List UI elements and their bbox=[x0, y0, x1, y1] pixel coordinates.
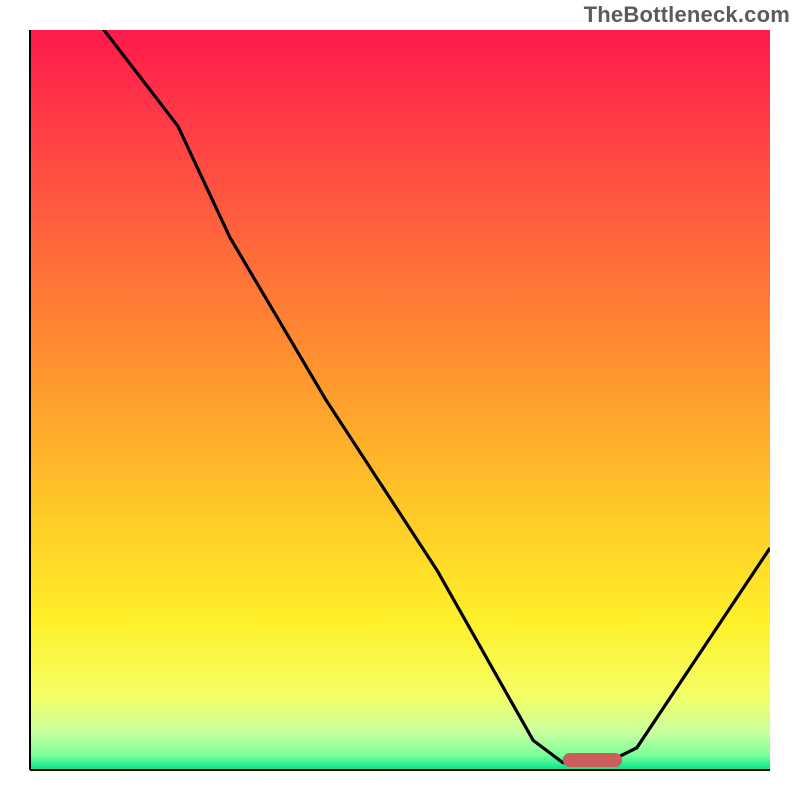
chart-container: TheBottleneck.com bbox=[0, 0, 800, 800]
plot-gradient bbox=[30, 30, 770, 770]
bottleneck-chart bbox=[0, 0, 800, 800]
optimum-marker bbox=[563, 753, 622, 767]
